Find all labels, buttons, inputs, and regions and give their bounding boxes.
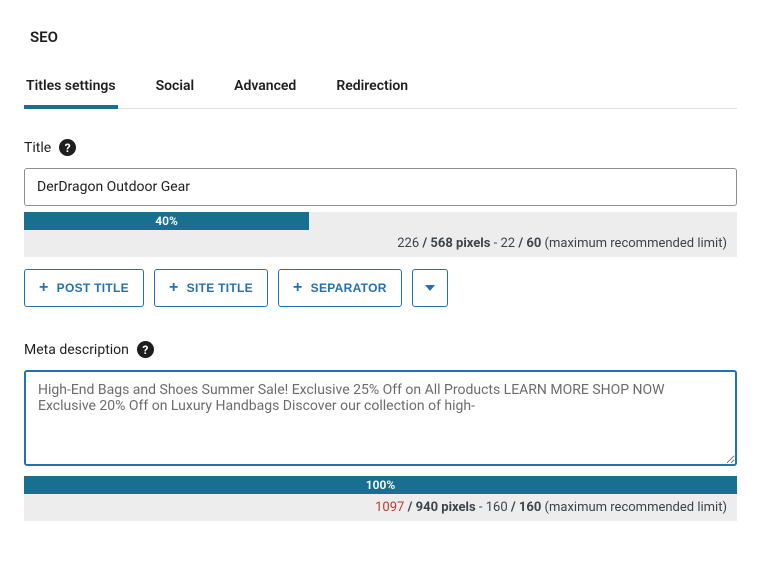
title-input[interactable] xyxy=(24,168,737,206)
more-tokens-button[interactable] xyxy=(412,269,448,307)
token-row: +POST TITLE +SITE TITLE +SEPARATOR xyxy=(24,269,737,307)
tab-titles-settings[interactable]: Titles settings xyxy=(24,70,118,108)
meta-label: Meta description xyxy=(24,342,129,358)
title-progress: 40% xyxy=(24,212,737,230)
tab-redirection[interactable]: Redirection xyxy=(334,70,410,108)
title-label: Title xyxy=(24,140,51,156)
tab-social[interactable]: Social xyxy=(154,70,197,108)
plus-icon: + xyxy=(169,280,179,296)
page-title: SEO xyxy=(30,28,731,46)
chevron-down-icon xyxy=(425,285,435,291)
title-section: Title ? 40% 226 / 568 pixels - 22 / 60 (… xyxy=(24,139,737,307)
tab-advanced[interactable]: Advanced xyxy=(232,70,298,108)
tabs: Titles settings Social Advanced Redirect… xyxy=(24,70,737,109)
title-progress-bar: 40% xyxy=(24,212,309,230)
title-stats: 226 / 568 pixels - 22 / 60 (maximum reco… xyxy=(24,230,737,257)
plus-icon: + xyxy=(39,280,49,296)
plus-icon: + xyxy=(293,280,303,296)
post-title-button[interactable]: +POST TITLE xyxy=(24,269,144,307)
meta-stats: 1097 / 940 pixels - 160 / 160 (maximum r… xyxy=(24,494,737,521)
help-icon[interactable]: ? xyxy=(137,341,154,358)
site-title-button[interactable]: +SITE TITLE xyxy=(154,269,268,307)
help-icon[interactable]: ? xyxy=(59,139,76,156)
separator-button[interactable]: +SEPARATOR xyxy=(278,269,402,307)
meta-section: Meta description ? 100% 1097 / 940 pixel… xyxy=(24,341,737,521)
meta-description-input[interactable] xyxy=(24,370,737,466)
meta-progress-bar: 100% xyxy=(24,476,737,494)
meta-progress: 100% xyxy=(24,476,737,494)
